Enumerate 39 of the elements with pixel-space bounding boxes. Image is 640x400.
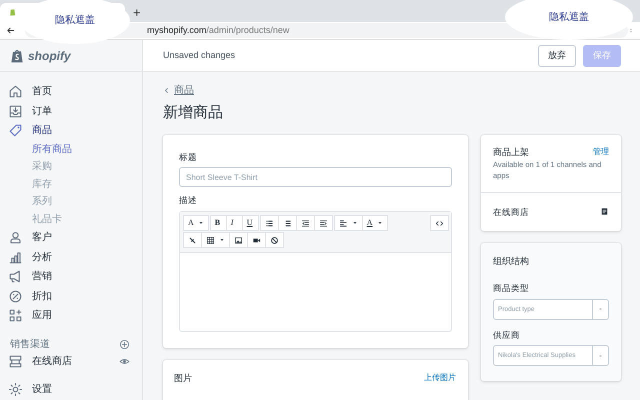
rich-text-editor[interactable]: A B I U A [179,211,452,332]
sidebar-item[interactable]: 客户 [0,228,142,248]
card-title: 组织结构 [493,255,530,268]
card-title: 商品上架 [493,146,529,158]
underline-button[interactable]: U [242,215,259,231]
font-button[interactable]: A [183,215,209,231]
bold-button[interactable]: B [210,215,227,231]
sidebar-item[interactable]: 在线商店 [0,352,142,371]
sidebar-item[interactable]: 设置 [0,380,142,400]
sidebar-item[interactable]: 订单 [0,102,142,121]
sidebar-item[interactable]: 折扣 [0,286,142,306]
field-label: 标题 [179,150,198,164]
channel-name: 在线商店 [493,206,529,218]
manage-link[interactable]: 管理 [593,146,609,159]
sidebar-item[interactable]: 商品 [0,121,142,140]
sidebar-item[interactable]: 营销 [0,267,142,286]
mask-label: 隐私遮盖 [55,14,95,28]
mask-label: 隐私遮盖 [549,10,589,24]
new-tab-button[interactable]: + [133,3,141,22]
card-title: 图片 [174,372,192,385]
logo-text: shopify [28,48,71,64]
page-title: 新增商品 [163,103,224,123]
text-color-button[interactable]: A [362,215,388,231]
url-path: /admin/products/new [206,24,290,37]
sidebar-subitem[interactable]: 所有商品 [0,140,142,158]
url-host: myshopify.com [147,24,206,37]
sidebar-item[interactable]: 应用 [0,306,142,326]
sidebar-item[interactable]: 首页 [0,82,142,102]
breadcrumb-link[interactable]: 商品 [163,84,621,96]
section-title: 销售渠道 [10,338,50,352]
upload-image-link[interactable]: 上传图片 [424,372,456,384]
italic-button[interactable]: I [226,215,243,231]
unsaved-status: Unsaved changes [163,48,236,62]
field-label: 描述 [179,194,198,207]
discard-button[interactable]: 放弃 [538,44,576,66]
field-label: 商品类型 [493,282,530,294]
sidebar-item[interactable]: 分析 [0,248,142,267]
title-input[interactable]: Short Sleeve T-Shirt [179,167,452,188]
field-label: 供应商 [493,328,521,342]
